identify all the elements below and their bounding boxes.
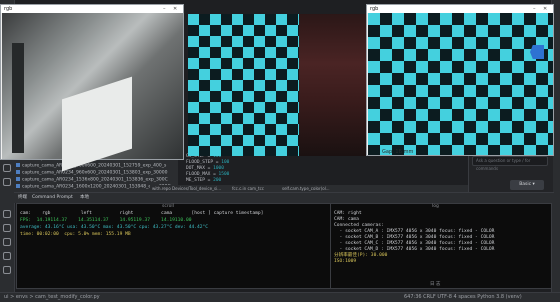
window-title: rgb (367, 5, 553, 13)
file-icon (16, 163, 20, 167)
chat-mode-button[interactable]: Basic ▾ (510, 180, 544, 190)
camera-window-rgb-right[interactable]: rgb – ✕ Gap: 1Б mm (366, 4, 554, 156)
pane-footer: 日 志 (430, 282, 441, 287)
file-icon (16, 184, 20, 188)
structure-icon[interactable] (3, 164, 11, 172)
file-icon (16, 170, 20, 174)
tripod-image (12, 43, 24, 153)
pane-title: scroll (162, 204, 174, 209)
calibration-board-image (62, 76, 132, 172)
camera-feed-image (2, 13, 183, 172)
app-logo-icon (530, 45, 544, 59)
tab-local[interactable]: 本地 (80, 194, 89, 201)
camera-feed-dark (299, 14, 366, 156)
terminal-line: cam: rgb left right cama [host ] capture… (20, 211, 264, 216)
editor-tab[interactable]: with.repo Devices/Tool_device_si... (152, 185, 221, 192)
run-icon[interactable] (3, 210, 11, 218)
close-icon[interactable]: ✕ (543, 5, 547, 13)
close-icon[interactable]: ✕ (173, 5, 177, 13)
terminal-tab-bar (14, 192, 554, 203)
pane-title: log (432, 204, 439, 209)
terminal-line: average: 43.16°C usa: 43.50°C max: 43.50… (20, 225, 209, 230)
terminal-line: FPS: 14.19114.37 14.35114.37 14.95119.37… (20, 218, 192, 223)
editor-tab[interactable]: fcc.c.in cam_tcc (232, 185, 264, 192)
tab-terminal[interactable]: 终端 (18, 194, 27, 201)
minimize-icon[interactable]: – (533, 5, 536, 13)
gap-label: Gap: 1Б mm (382, 149, 414, 155)
debug-icon[interactable] (3, 224, 11, 232)
camera-feed-checkerboard: Gap: 1Б mm (368, 13, 553, 155)
terminal-icon[interactable] (3, 252, 11, 260)
window-title: rgb (1, 5, 183, 13)
minimize-icon[interactable]: – (163, 5, 166, 13)
terminal-line: time: 00:02:00 cpu: 5.0% mem: 155.19 MB (20, 232, 131, 237)
chat-input[interactable]: Ask a question or type / for commands (472, 156, 548, 171)
file-tree-item[interactable]: capture_cama_AR0234_1536x800_20240301_15… (16, 177, 168, 183)
file-tree-item[interactable]: capture_cama_AR0234_960x600_20240301_152… (16, 163, 166, 169)
file-tree-item[interactable]: capture_cama_AR0234_1600x1200_20240301_1… (16, 184, 171, 190)
tab-command-prompt[interactable]: Command Prompt (32, 194, 73, 201)
file-icon (16, 177, 20, 181)
camera-window-rgb[interactable]: rgb – ✕ (0, 4, 184, 172)
camera-feed-checkerboard (188, 14, 299, 156)
problems-icon[interactable] (3, 266, 11, 274)
editor-tab[interactable]: self.cam.type_color(ol... (282, 185, 330, 192)
log-line: ISO:1009 (334, 259, 357, 264)
services-icon[interactable] (3, 238, 11, 246)
file-tree-item[interactable]: capture_cama_AR0234_960x600_20240301_153… (16, 170, 167, 176)
code-line: ME_STEP = 200 (186, 178, 222, 183)
git-icon[interactable] (3, 178, 11, 186)
